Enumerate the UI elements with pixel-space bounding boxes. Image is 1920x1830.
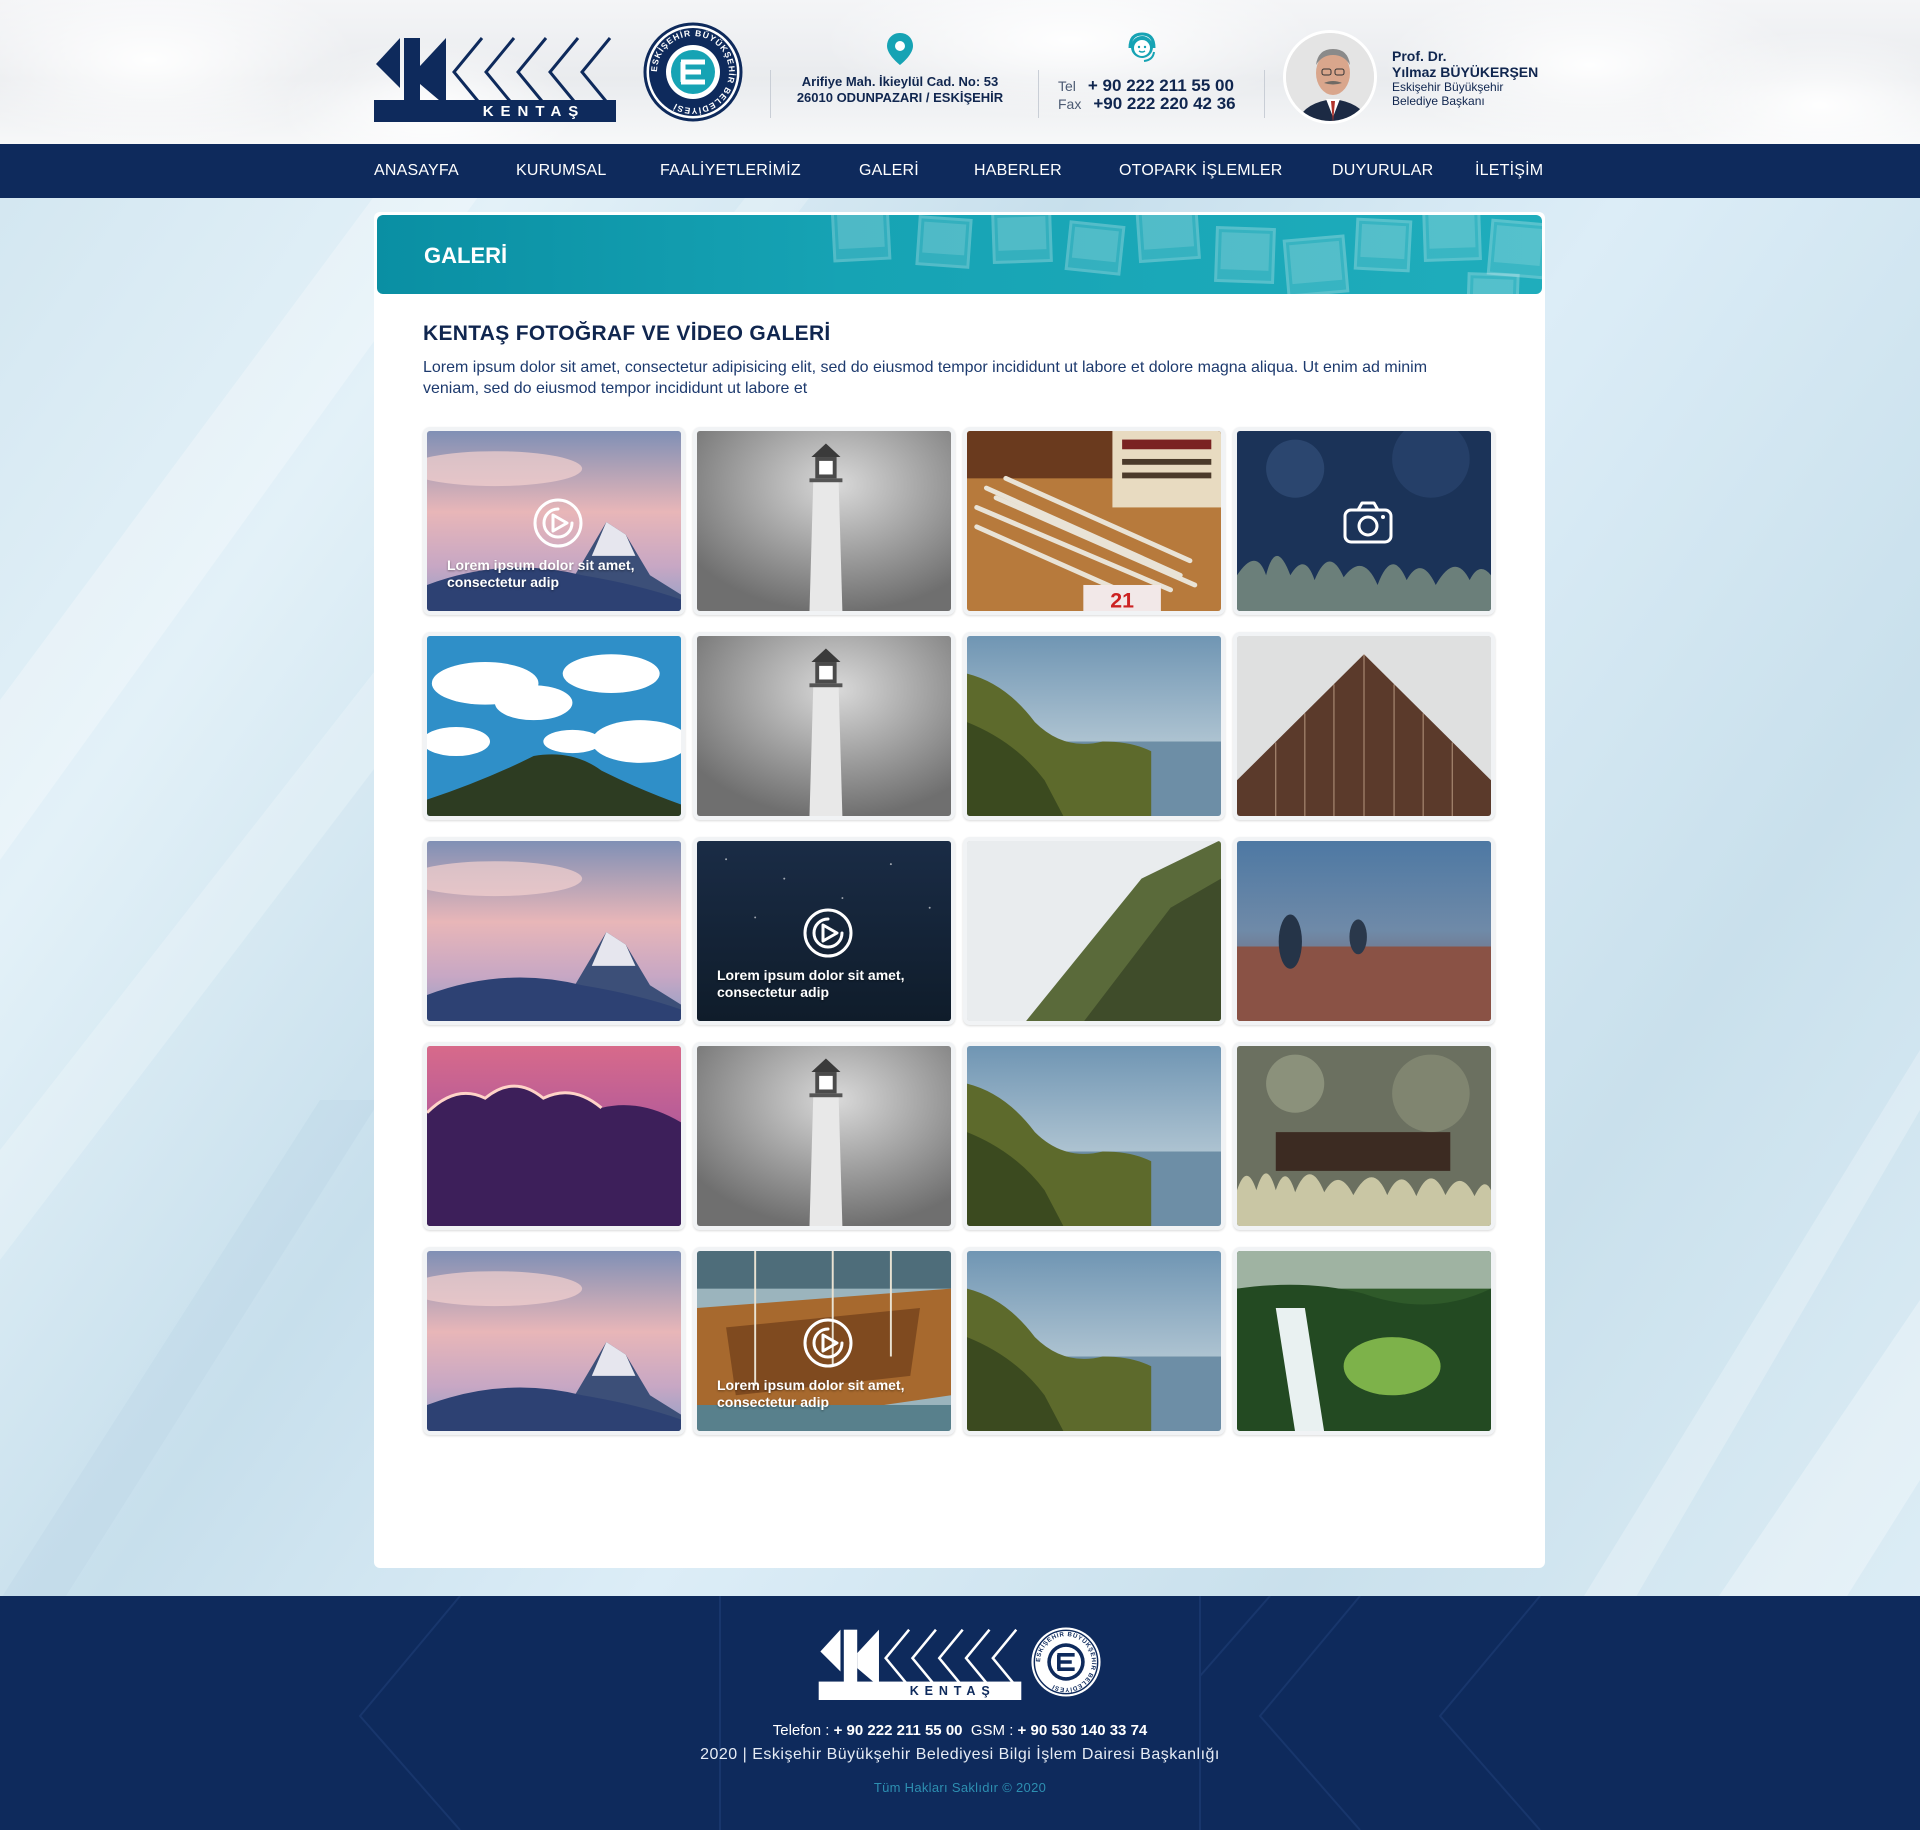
gallery-item[interactable]: 21 [963,427,1225,615]
nav-item-kurumsal[interactable]: KURUMSAL [516,144,607,198]
footer-org-line: 2020 | Eskişehir Büyükşehir Belediyesi B… [700,1746,1220,1763]
main-navigation: ANASAYFA KURUMSAL FAALİYETLERİMİZ GALERİ… [0,144,1920,198]
gallery-item[interactable] [423,837,685,1025]
footer-phone-label: Telefon : [772,1722,830,1739]
footer-contact-line: Telefon : + 90 222 211 55 00 GSM : + 90 … [0,1722,1920,1739]
mayor-role-line-1: Eskişehir Büyükşehir [1392,80,1504,94]
divider [1264,70,1265,118]
gallery-thumbnail [967,636,1221,816]
content-card: GALERİ KENTAŞ FOTOĞRAF VE VİDEO GALERİ L… [374,212,1545,1568]
tel-row: Tel + 90 222 211 55 00 [1058,76,1234,96]
gallery-thumbnail [427,1046,681,1226]
fax-value: +90 222 220 42 36 [1093,94,1236,113]
gallery-item[interactable] [693,1042,955,1230]
mayor-role-line-2: Belediye Başkanı [1392,94,1485,108]
gallery-thumbnail [967,1046,1221,1226]
headset-support-icon [1128,32,1156,62]
gallery-item[interactable] [423,1247,685,1435]
site-footer: KENTAŞ ESKİŞEHİR BÜYÜKŞEHİR BELEDİYESİ T… [0,1596,1920,1830]
address-line-1: Arifiye Mah. İkieylül Cad. No: 53 [801,74,999,89]
gallery-thumbnail [427,636,681,816]
gallery-item[interactable] [963,1247,1225,1435]
gallery-description: Lorem ipsum dolor sit amet, consectetur … [423,359,1428,397]
play-icon[interactable] [802,1317,854,1369]
nav-item-duyurular[interactable]: DUYURULAR [1332,144,1433,198]
gallery-item[interactable] [423,1042,685,1230]
gallery-caption: Lorem ipsum dolor sit amet, consectetur … [447,557,635,590]
divider [770,70,771,118]
location-pin-icon [887,33,913,65]
tel-label: Tel [1058,78,1076,94]
gallery-item[interactable] [963,632,1225,820]
gallery-thumbnail [427,841,681,1021]
nav-item-anasayfa[interactable]: ANASAYFA [374,144,459,198]
fax-label: Fax [1058,96,1082,112]
footer-phone-value[interactable]: + 90 222 211 55 00 [834,1722,963,1739]
footer-kentas-logo[interactable]: KENTAŞ [818,1628,1022,1700]
gallery-item[interactable] [693,632,955,820]
page-banner: GALERİ [377,215,1542,294]
gallery-item[interactable] [1233,1042,1495,1230]
gallery-thumbnail [1237,1251,1491,1431]
mayor-info: Prof. Dr. Yılmaz BÜYÜKERŞEN Eskişehir Bü… [1392,48,1538,108]
nav-item-otopark-islemler[interactable]: OTOPARK İŞLEMLER [1119,144,1283,198]
mayor-name: Yılmaz BÜYÜKERŞEN [1392,64,1539,80]
svg-text:KENTAŞ: KENTAŞ [483,103,586,120]
nav-item-faaliyetlerimiz[interactable]: FAALİYETLERİMİZ [660,144,801,198]
site-header: KENTAŞ ESKİŞEHİR BÜYÜKŞEHİR BELEDİYESİ A… [0,0,1920,144]
divider [1038,70,1039,118]
gallery-item[interactable] [1233,632,1495,820]
gallery-thumbnail [1237,636,1491,816]
tel-value[interactable]: + 90 222 211 55 00 [1088,76,1234,95]
gallery-item[interactable]: Lorem ipsum dolor sit amet, consectetur … [693,1247,955,1435]
gallery-thumbnail [697,431,951,611]
footer-copyright: Tüm Hakları Saklıdır © 2020 [873,1780,1047,1795]
gallery-item[interactable]: Lorem ipsum dolor sit amet, consectetur … [693,837,955,1025]
footer-gsm-value[interactable]: + 90 530 140 33 74 [1018,1722,1148,1739]
play-icon[interactable] [532,497,584,549]
camera-icon[interactable] [1342,497,1394,549]
gallery-item[interactable] [1233,837,1495,1025]
footer-gsm-label: GSM : [970,1722,1014,1739]
gallery-caption: Lorem ipsum dolor sit amet, consectetur … [717,967,905,1000]
svg-text:21: 21 [1110,588,1134,611]
gallery-item[interactable] [1233,1247,1495,1435]
gallery-caption: Lorem ipsum dolor sit amet, consectetur … [717,1377,905,1410]
mayor-title: Prof. Dr. [1392,48,1447,64]
mayor-avatar [1283,30,1377,124]
footer-belediye-seal[interactable]: ESKİŞEHİR BÜYÜKŞEHİR BELEDİYESİ [1030,1626,1102,1698]
gallery-heading: KENTAŞ FOTOĞRAF VE VİDEO GALERİ [423,322,831,345]
nav-item-iletisim[interactable]: İLETİŞİM [1475,144,1543,198]
gallery-item[interactable] [963,1042,1225,1230]
svg-text:KENTAŞ: KENTAŞ [910,1684,996,1698]
address-line-2: 26010 ODUNPAZARI / ESKİŞEHİR [796,90,1004,105]
gallery-thumbnail [427,1251,681,1431]
fax-row: Fax +90 222 220 42 36 [1058,94,1236,114]
gallery-thumbnail: 21 [967,431,1221,611]
gallery-item[interactable]: Lorem ipsum dolor sit amet, consectetur … [423,427,685,615]
gallery-thumbnail [697,1046,951,1226]
gallery-thumbnail [1237,841,1491,1021]
play-icon[interactable] [802,907,854,959]
gallery-thumbnail [967,841,1221,1021]
gallery-item[interactable] [693,427,955,615]
nav-item-galeri[interactable]: GALERİ [859,144,919,198]
gallery-item[interactable] [1233,427,1495,615]
kentas-logo[interactable]: KENTAŞ [374,36,616,122]
nav-item-haberler[interactable]: HABERLER [974,144,1062,198]
page-title: GALERİ [424,243,508,268]
gallery-thumbnail [697,636,951,816]
gallery-item[interactable] [423,632,685,820]
address-block: Arifiye Mah. İkieylül Cad. No: 53 26010 … [770,32,1030,106]
gallery-thumbnail [1237,1046,1491,1226]
gallery-thumbnail [967,1251,1221,1431]
gallery-item[interactable] [963,837,1225,1025]
belediye-seal-logo[interactable]: ESKİŞEHİR BÜYÜKŞEHİR BELEDİYESİ [643,22,743,122]
